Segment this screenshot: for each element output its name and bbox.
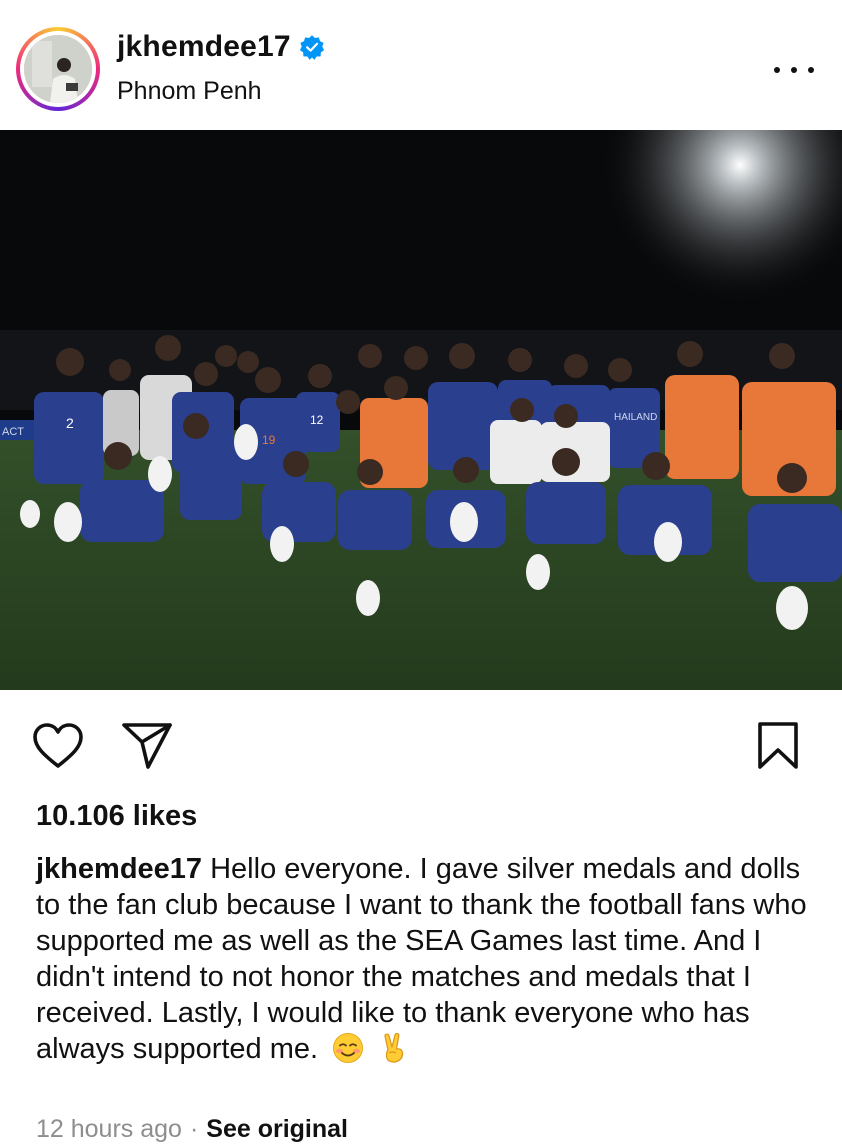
post-caption: jkhemdee17 Hello everyone. I gave silver…	[36, 851, 826, 1067]
jersey-text: HAILAND	[614, 412, 657, 423]
post-location[interactable]: Phnom Penh	[117, 77, 262, 106]
post-username[interactable]: jkhemdee17	[117, 30, 325, 64]
see-original-link[interactable]: See original	[206, 1115, 348, 1143]
post-header: jkhemdee17 Phnom Penh	[0, 0, 842, 130]
bookmark-icon[interactable]	[756, 720, 800, 772]
post-meta: 12 hours ago · See original	[36, 1115, 348, 1144]
heart-icon[interactable]	[32, 722, 84, 770]
send-icon[interactable]	[120, 720, 174, 772]
team-photo-image: ACT HAILAND 2 19 12	[0, 130, 842, 690]
jersey-number: 19	[262, 433, 276, 447]
post-actions	[0, 690, 842, 790]
post-timestamp: 12 hours ago	[36, 1115, 182, 1143]
profile-avatar[interactable]	[16, 27, 100, 111]
more-options-icon[interactable]	[774, 60, 814, 80]
caption-username[interactable]: jkhemdee17	[36, 853, 202, 885]
verified-badge-icon	[299, 35, 324, 60]
avatar-image	[24, 35, 92, 103]
meta-separator: ·	[189, 1115, 199, 1143]
post-photo[interactable]: ACT HAILAND 2 19 12	[0, 130, 842, 690]
jersey-number: 12	[310, 413, 324, 427]
likes-count[interactable]: 10.106 likes	[36, 800, 197, 833]
victory-hand-icon	[384, 1032, 404, 1063]
jersey-number: 2	[66, 415, 74, 431]
username-text[interactable]: jkhemdee17	[117, 30, 291, 64]
stadium-banner-text: ACT	[2, 426, 24, 438]
smiling-face-icon	[333, 1033, 364, 1063]
